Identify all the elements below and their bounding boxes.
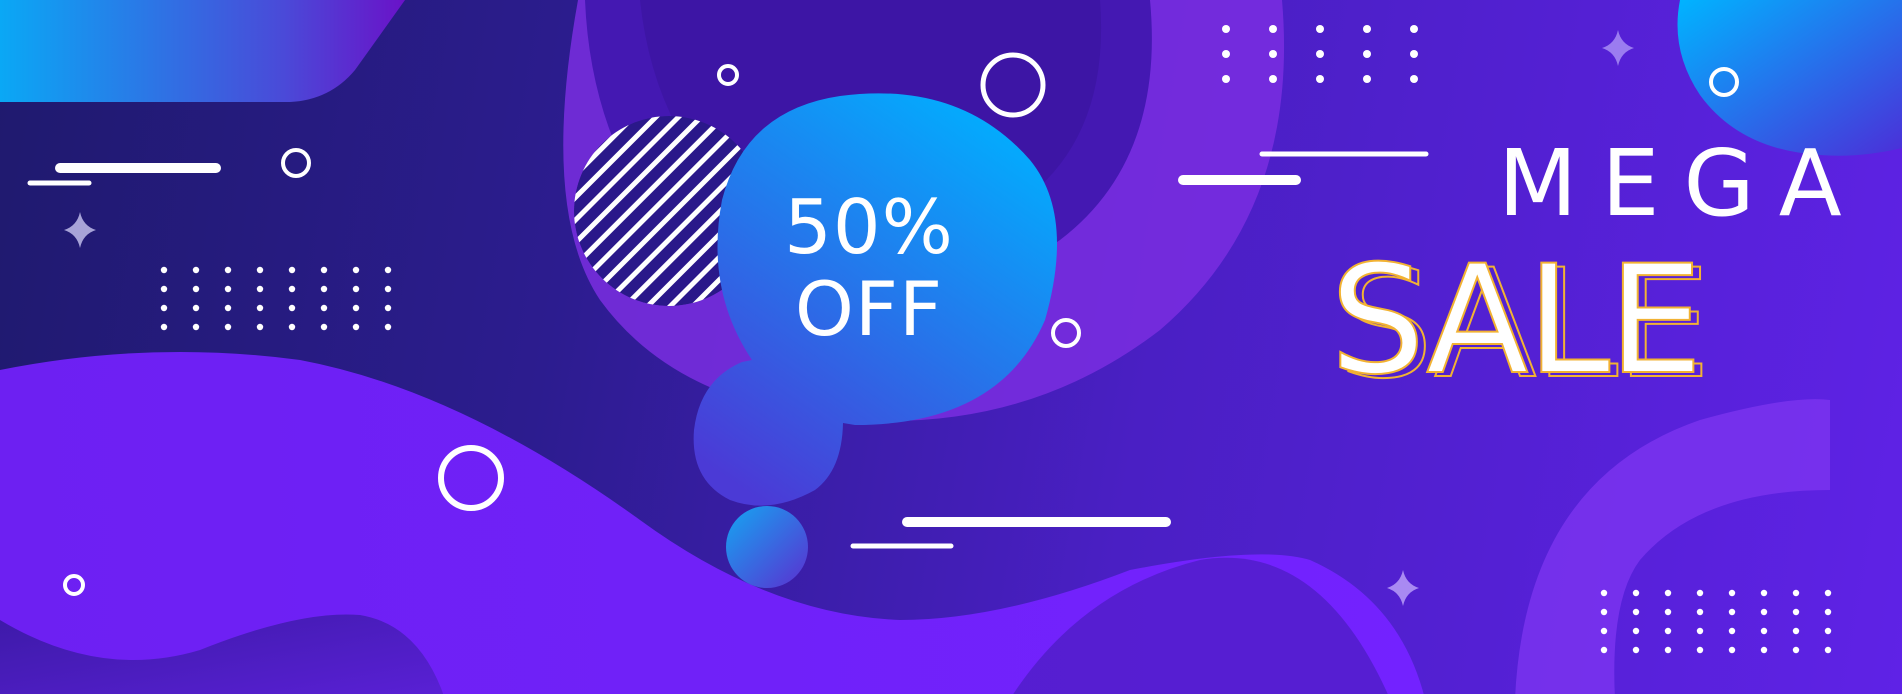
discount-percent: 50% — [784, 183, 954, 271]
dot-grid-pattern — [1590, 581, 1836, 659]
discount-off-label: OFF — [794, 265, 944, 353]
sparkle-icon — [1602, 30, 1634, 66]
headline-sale-text: SALE — [1329, 234, 1704, 408]
sparkle-icon — [1387, 570, 1419, 606]
ring-circle-shape — [281, 148, 311, 178]
sparkle-icon — [64, 212, 96, 248]
dot-grid-pattern — [1200, 25, 1446, 85]
mega-sale-banner: 50% OFF MEGA SALE SALE — [0, 0, 1902, 699]
dot-grid-pattern — [156, 256, 400, 334]
headline-sale: SALE SALE — [1329, 234, 1750, 408]
headline-mega: MEGA — [1498, 130, 1866, 237]
cyan-corner-tab-shape — [0, 0, 405, 102]
small-cyan-ball-shape — [726, 506, 808, 588]
